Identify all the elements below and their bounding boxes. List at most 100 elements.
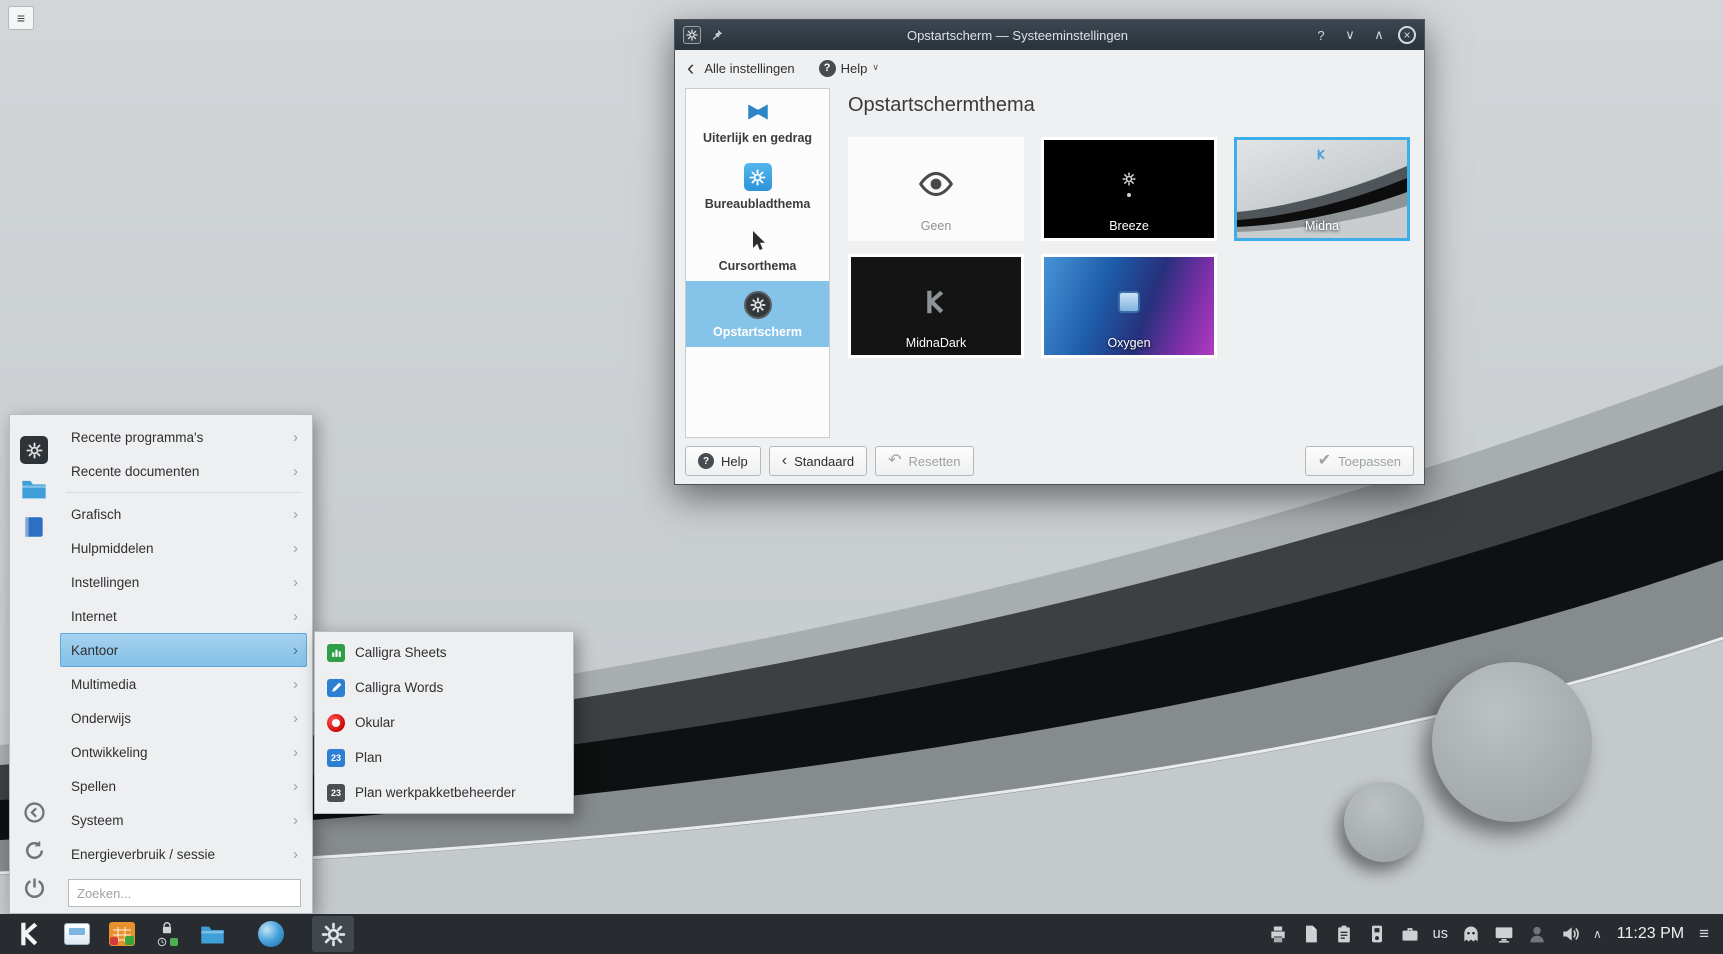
toolbar-help-button[interactable]: ? Help ∨ bbox=[818, 59, 879, 77]
desktop: ≡ Opstartscherm — Systeeminstellingen ? … bbox=[0, 0, 1723, 954]
chevron-right-icon: › bbox=[293, 743, 298, 761]
submenu-item-plan[interactable]: 23 Plan bbox=[318, 740, 570, 775]
back-icon[interactable]: ‹ bbox=[687, 57, 694, 79]
shutdown-button[interactable] bbox=[22, 876, 47, 901]
all-settings-link[interactable]: Alle instellingen bbox=[704, 61, 794, 76]
task-system-settings[interactable] bbox=[312, 916, 354, 952]
application-launcher: Recente programma's › Recente documenten… bbox=[9, 414, 313, 914]
briefcase-icon[interactable] bbox=[1400, 924, 1420, 944]
folder-icon bbox=[199, 921, 226, 948]
menu-item-spellen[interactable]: Spellen › bbox=[60, 769, 307, 803]
apply-button[interactable]: ✔ Toepassen bbox=[1304, 446, 1414, 476]
chevron-right-icon: › bbox=[293, 811, 298, 829]
favorite-system-settings[interactable] bbox=[20, 436, 48, 464]
menu-item-hulpmiddelen[interactable]: Hulpmiddelen › bbox=[60, 531, 307, 565]
chevron-right-icon: › bbox=[293, 845, 298, 863]
task-file-manager[interactable] bbox=[192, 916, 232, 952]
menu-item-systeem[interactable]: Systeem › bbox=[60, 803, 307, 837]
task-spreadsheet[interactable] bbox=[102, 916, 142, 952]
printer-icon[interactable] bbox=[1268, 924, 1288, 944]
chevron-right-icon: › bbox=[293, 675, 298, 693]
minimize-button[interactable]: ∨ bbox=[1340, 27, 1360, 43]
splash-screen-icon bbox=[743, 291, 772, 319]
sidebar-item-label: Opstartscherm bbox=[713, 325, 802, 339]
menu-item-multimedia[interactable]: Multimedia › bbox=[60, 667, 307, 701]
cursor-theme-icon bbox=[746, 229, 770, 253]
menu-item-label: Recente documenten bbox=[71, 463, 200, 479]
theme-name: MidnaDark bbox=[905, 336, 967, 350]
titlebar[interactable]: Opstartscherm — Systeeminstellingen ? ∨ … bbox=[675, 20, 1424, 50]
launcher-button[interactable] bbox=[8, 914, 52, 954]
screen-icon[interactable] bbox=[1494, 924, 1514, 944]
pin-icon[interactable] bbox=[710, 28, 724, 42]
menu-item-internet[interactable]: Internet › bbox=[60, 599, 307, 633]
apply-button-label: Toepassen bbox=[1338, 453, 1401, 469]
favorite-file-manager[interactable] bbox=[20, 475, 48, 503]
menu-item-ontwikkeling[interactable]: Ontwikkeling › bbox=[60, 735, 307, 769]
submenu-item-calligra-words[interactable]: Calligra Words bbox=[318, 670, 570, 705]
theme-tile-midnadark[interactable]: MidnaDark bbox=[848, 254, 1024, 358]
clock[interactable]: 11:23 PM bbox=[1617, 925, 1684, 943]
clipboard-icon[interactable] bbox=[1334, 924, 1354, 944]
eye-icon bbox=[916, 171, 956, 197]
help-label: Help bbox=[840, 60, 868, 76]
sidebar-item-bureaubladthema[interactable]: Bureaubladthema bbox=[686, 153, 829, 219]
window-toolbar: ‹ Alle instellingen ? Help ∨ bbox=[675, 50, 1424, 86]
chevron-right-icon: › bbox=[293, 428, 298, 446]
titlebar-help-button[interactable]: ? bbox=[1311, 28, 1331, 43]
restart-button[interactable] bbox=[22, 838, 47, 863]
system-settings-window: Opstartscherm — Systeeminstellingen ? ∨ … bbox=[674, 19, 1425, 485]
appearance-icon bbox=[744, 99, 772, 125]
user-status-icon[interactable] bbox=[1527, 924, 1547, 944]
menu-item-onderwijs[interactable]: Onderwijs › bbox=[60, 701, 307, 735]
power-icon bbox=[22, 876, 47, 901]
search-input[interactable] bbox=[68, 879, 301, 907]
menu-item-kantoor[interactable]: Kantoor › bbox=[60, 633, 307, 667]
task-browser[interactable] bbox=[251, 916, 291, 952]
logout-button[interactable] bbox=[22, 800, 47, 825]
default-button[interactable]: ‹ Standaard bbox=[768, 446, 868, 476]
sidebar-item-cursorthema[interactable]: Cursorthema bbox=[686, 219, 829, 281]
menu-item-energieverbruik-sessie[interactable]: Energieverbruik / sessie › bbox=[60, 837, 307, 871]
tray-expand-icon[interactable]: ∧ bbox=[1593, 927, 1602, 941]
submenu-item-plan-werkpakketbeheerder[interactable]: 23 Plan werkpakketbeheerder bbox=[318, 775, 570, 810]
theme-tile-breeze[interactable]: Breeze bbox=[1041, 137, 1217, 241]
ghost-icon[interactable] bbox=[1461, 924, 1481, 944]
plan-calendar-icon: 23 bbox=[327, 748, 345, 767]
document-icon[interactable] bbox=[1301, 924, 1321, 944]
menu-item-recente-documenten[interactable]: Recente documenten › bbox=[60, 454, 307, 488]
task-presentation[interactable] bbox=[57, 916, 97, 952]
help-icon: ? bbox=[698, 453, 714, 469]
favorite-help-book[interactable] bbox=[21, 514, 47, 540]
volume-icon[interactable] bbox=[1560, 924, 1580, 944]
menu-item-label: Multimedia bbox=[71, 676, 137, 692]
panel-menu-icon[interactable]: ≡ bbox=[1699, 924, 1709, 944]
device-notifier-icon[interactable] bbox=[1367, 924, 1387, 944]
submenu-item-label: Plan werkpakketbeheerder bbox=[355, 785, 516, 800]
menu-item-instellingen[interactable]: Instellingen › bbox=[60, 565, 307, 599]
help-button[interactable]: ? Help bbox=[685, 446, 761, 476]
system-tray: us ∧ 11:23 PM ≡ bbox=[1268, 924, 1715, 944]
theme-tile-midna[interactable]: Midna bbox=[1234, 137, 1410, 241]
keyboard-layout-indicator[interactable]: us bbox=[1433, 926, 1448, 942]
submenu-item-calligra-sheets[interactable]: Calligra Sheets bbox=[318, 635, 570, 670]
settings-main-panel: Opstartschermthema Geen Breeze Midna Mid… bbox=[830, 88, 1414, 438]
default-button-label: Standaard bbox=[794, 453, 855, 469]
theme-tile-oxygen[interactable]: Oxygen bbox=[1041, 254, 1217, 358]
reset-button-label: Resetten bbox=[908, 453, 961, 469]
maximize-button[interactable]: ∧ bbox=[1369, 27, 1389, 43]
menu-item-grafisch[interactable]: Grafisch › bbox=[60, 497, 307, 531]
menu-item-recente-programmas[interactable]: Recente programma's › bbox=[60, 420, 307, 454]
launcher-search bbox=[68, 879, 301, 907]
sidebar-item-opstartscherm[interactable]: Opstartscherm bbox=[686, 281, 829, 347]
theme-tile-geen[interactable]: Geen bbox=[848, 137, 1024, 241]
theme-name: Breeze bbox=[1109, 219, 1149, 233]
close-button[interactable]: × bbox=[1398, 26, 1416, 44]
submenu-item-okular[interactable]: Okular bbox=[318, 705, 570, 740]
sidebar-item-uiterlijk-en-gedrag[interactable]: Uiterlijk en gedrag bbox=[686, 89, 829, 153]
desktop-toolbox-button[interactable]: ≡ bbox=[8, 6, 34, 30]
submenu-item-label: Calligra Words bbox=[355, 680, 444, 695]
settings-sidebar: Uiterlijk en gedrag Bureaubladthema Curs… bbox=[685, 88, 830, 438]
task-lock-group[interactable] bbox=[147, 916, 187, 952]
reset-button[interactable]: ↶ Resetten bbox=[875, 446, 974, 476]
